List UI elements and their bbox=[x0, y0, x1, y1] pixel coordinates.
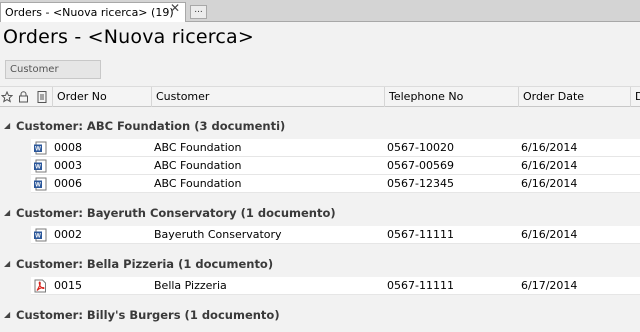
telephone: 0567-11111 bbox=[387, 228, 454, 241]
table-row[interactable]: W 0006 ABC Foundation 0567-12345 6/16/20… bbox=[31, 175, 640, 193]
order-date: 6/16/2014 bbox=[521, 228, 578, 241]
telephone: 0567-11111 bbox=[387, 279, 454, 292]
order-no: 0015 bbox=[54, 279, 82, 292]
word-doc-icon: W bbox=[34, 159, 47, 173]
tab-label: Orders - <Nuova ricerca> (19) bbox=[5, 6, 174, 19]
table-row[interactable]: W 0008 ABC Foundation 0567-10020 6/16/20… bbox=[31, 139, 640, 157]
column-customer[interactable]: Customer bbox=[151, 87, 384, 107]
more-tabs-button[interactable]: ... bbox=[190, 5, 207, 19]
column-order-no[interactable]: Order No bbox=[52, 87, 151, 107]
telephone: 0567-10020 bbox=[387, 141, 454, 154]
order-date: 6/17/2014 bbox=[521, 279, 578, 292]
group-header[interactable]: ◢ Customer: Bella Pizzeria (1 documento) bbox=[0, 253, 640, 275]
svg-text:W: W bbox=[35, 147, 41, 153]
svg-text:W: W bbox=[35, 165, 41, 171]
customer: ABC Foundation bbox=[154, 159, 242, 172]
telephone: 0567-00569 bbox=[387, 159, 454, 172]
column-order-date[interactable]: Order Date bbox=[518, 87, 630, 107]
collapse-triangle-icon[interactable]: ◢ bbox=[4, 115, 10, 137]
group-by-chip[interactable]: Customer bbox=[5, 60, 101, 79]
order-date: 6/16/2014 bbox=[521, 159, 578, 172]
order-no: 0003 bbox=[54, 159, 82, 172]
table-row[interactable]: W 0002 Bayeruth Conservatory 0567-11111 … bbox=[31, 226, 640, 244]
page-title: Orders - <Nuova ricerca> bbox=[3, 26, 254, 48]
word-doc-icon: W bbox=[34, 228, 47, 242]
order-no: 0002 bbox=[54, 228, 82, 241]
tab-bar: Orders - <Nuova ricerca> (19) ✕ ... bbox=[0, 0, 640, 22]
word-doc-icon: W bbox=[34, 141, 47, 155]
lock-icon[interactable] bbox=[18, 91, 29, 103]
customer: Bayeruth Conservatory bbox=[154, 228, 282, 241]
svg-text:W: W bbox=[35, 234, 41, 240]
customer: Bella Pizzeria bbox=[154, 279, 227, 292]
column-d[interactable]: D bbox=[630, 87, 640, 107]
tab-orders[interactable]: Orders - <Nuova ricerca> (19) bbox=[0, 2, 186, 22]
order-no: 0008 bbox=[54, 141, 82, 154]
order-date: 6/16/2014 bbox=[521, 177, 578, 190]
order-date: 6/16/2014 bbox=[521, 141, 578, 154]
main-content: Orders - <Nuova ricerca> Customer Order … bbox=[0, 22, 640, 332]
table-row[interactable]: 0015 Bella Pizzeria 0567-11111 6/17/2014 bbox=[31, 277, 640, 295]
telephone: 0567-12345 bbox=[387, 177, 454, 190]
column-telephone-no[interactable]: Telephone No bbox=[384, 87, 518, 107]
document-icon[interactable] bbox=[37, 91, 47, 103]
word-doc-icon: W bbox=[34, 177, 47, 191]
collapse-triangle-icon[interactable]: ◢ bbox=[4, 304, 10, 326]
close-icon[interactable]: ✕ bbox=[170, 1, 180, 15]
star-icon[interactable] bbox=[1, 91, 13, 103]
group-header[interactable]: ◢ Customer: Billy's Burgers (1 documento… bbox=[0, 304, 640, 326]
customer: ABC Foundation bbox=[154, 177, 242, 190]
group-header[interactable]: ◢ Customer: Bayeruth Conservatory (1 doc… bbox=[0, 202, 640, 224]
collapse-triangle-icon[interactable]: ◢ bbox=[4, 202, 10, 224]
customer: ABC Foundation bbox=[154, 141, 242, 154]
svg-text:W: W bbox=[35, 183, 41, 189]
table-row[interactable]: W 0003 ABC Foundation 0567-00569 6/16/20… bbox=[31, 157, 640, 175]
order-no: 0006 bbox=[54, 177, 82, 190]
collapse-triangle-icon[interactable]: ◢ bbox=[4, 253, 10, 275]
group-header[interactable]: ◢ Customer: ABC Foundation (3 documenti) bbox=[0, 115, 640, 137]
pdf-doc-icon bbox=[34, 279, 46, 293]
grid-header: Order No Customer Telephone No Order Dat… bbox=[0, 86, 640, 107]
